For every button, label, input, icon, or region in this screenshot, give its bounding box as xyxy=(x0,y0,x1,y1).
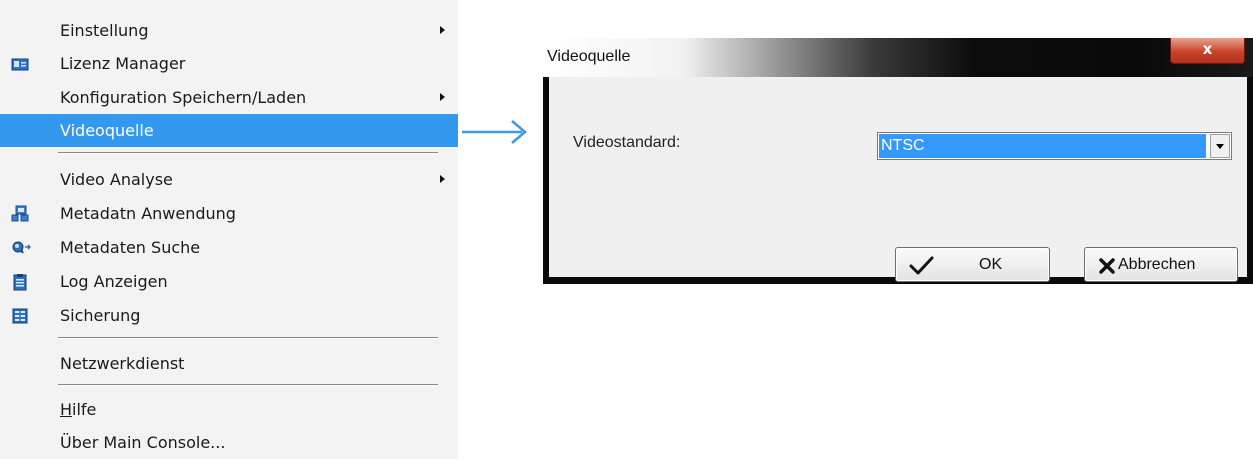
context-menu: Einstellung Lizenz Manager Konfiguration… xyxy=(0,0,458,459)
menu-item-netzwerkdienst[interactable]: Netzwerkdienst xyxy=(0,347,458,380)
menu-item-videoquelle[interactable]: Videoquelle xyxy=(0,114,458,147)
ok-button-label: OK xyxy=(979,256,1003,273)
menu-separator xyxy=(58,152,438,154)
license-icon xyxy=(11,55,29,73)
menu-item-label: Metadatn Anwendung xyxy=(60,204,236,223)
select-value: NTSC xyxy=(879,134,1206,158)
menu-item-hilfe[interactable]: Hilfe xyxy=(0,393,458,426)
menu-item-label: Videoquelle xyxy=(60,121,154,140)
menu-item-label: Lizenz Manager xyxy=(60,54,186,73)
menu-item-label: Sicherung xyxy=(60,306,141,325)
menu-separator xyxy=(58,337,438,339)
dropdown-button[interactable] xyxy=(1210,134,1230,158)
menu-item-log-anzeigen[interactable]: Log Anzeigen xyxy=(0,265,458,298)
dialog-body: Videostandard: NTSC OK Abbrechen xyxy=(549,77,1247,282)
menu-separator xyxy=(58,384,438,386)
chevron-down-icon xyxy=(1216,144,1224,149)
submenu-arrow-icon xyxy=(440,26,445,34)
submenu-arrow-icon xyxy=(440,175,445,183)
menu-item-metadatn-anwendung[interactable]: Metadatn Anwendung xyxy=(0,197,458,230)
menu-item-label: Konfiguration Speichern/Laden xyxy=(60,88,307,107)
backup-icon xyxy=(11,307,29,325)
accelerator-key: H xyxy=(60,400,73,419)
close-icon: x xyxy=(1202,40,1213,58)
menu-item-label: Video Analyse xyxy=(60,170,173,189)
menu-item-video-analyse[interactable]: Video Analyse xyxy=(0,163,458,196)
ok-button[interactable]: OK xyxy=(895,247,1050,282)
cancel-button[interactable]: Abbrechen xyxy=(1084,247,1238,282)
cancel-button-label: Abbrechen xyxy=(1118,256,1196,273)
menu-item-label: Log Anzeigen xyxy=(60,272,168,291)
menu-item-label: Metadaten Suche xyxy=(60,238,201,257)
menu-item-label: Netzwerkdienst xyxy=(60,354,185,373)
menu-item-label: Über Main Console... xyxy=(60,433,226,452)
right-arrow-icon xyxy=(462,120,527,144)
label-rest: ilfe xyxy=(72,400,97,419)
dialog-titlebar[interactable]: Videoquelle x xyxy=(543,38,1253,77)
menu-item-konfiguration[interactable]: Konfiguration Speichern/Laden xyxy=(0,81,458,114)
checkmark-icon xyxy=(909,256,934,275)
menu-item-einstellung[interactable]: Einstellung xyxy=(0,14,458,47)
dialog-title: Videoquelle xyxy=(547,48,631,65)
metadata-app-icon xyxy=(11,205,29,223)
menu-item-ueber[interactable]: Über Main Console... xyxy=(0,426,458,459)
menu-item-lizenz-manager[interactable]: Lizenz Manager xyxy=(0,47,458,80)
submenu-arrow-icon xyxy=(440,93,445,101)
videostandard-select[interactable]: NTSC xyxy=(877,132,1232,160)
search-icon xyxy=(11,239,32,257)
select-value-text: NTSC xyxy=(881,137,925,154)
videoquelle-dialog: Videoquelle x Videostandard: NTSC OK Abb… xyxy=(543,38,1253,284)
menu-item-sicherung[interactable]: Sicherung xyxy=(0,299,458,332)
close-button[interactable]: x xyxy=(1170,38,1245,64)
clipboard-icon xyxy=(11,273,29,291)
x-icon xyxy=(1099,258,1115,274)
videostandard-label: Videostandard: xyxy=(573,134,681,151)
menu-item-metadaten-suche[interactable]: Metadaten Suche xyxy=(0,231,458,264)
menu-item-label: Einstellung xyxy=(60,21,149,40)
menu-item-label: Hilfe xyxy=(60,400,96,419)
